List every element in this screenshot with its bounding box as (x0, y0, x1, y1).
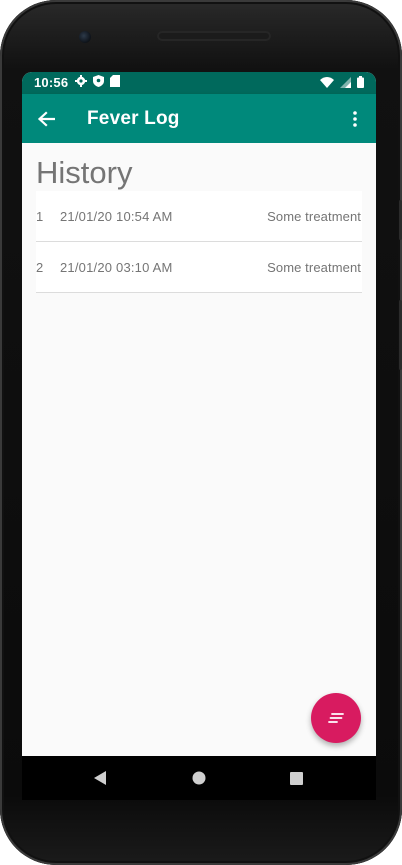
back-triangle-icon (94, 771, 106, 785)
home-circle-icon (192, 771, 206, 785)
nav-recents-button[interactable] (286, 768, 306, 788)
status-icons-right (320, 76, 364, 91)
history-row[interactable]: 1 21/01/20 10:54 AM Some treatment (36, 191, 362, 242)
row-index: 1 (36, 209, 44, 224)
app-title: Fever Log (87, 108, 180, 129)
row-timestamp: 21/01/20 03:10 AM (60, 260, 173, 275)
content-area: History 1 21/01/20 10:54 AM Some treatme… (22, 143, 376, 756)
back-button[interactable] (32, 105, 60, 133)
sd-card-icon (110, 75, 120, 90)
history-list: 1 21/01/20 10:54 AM Some treatment 2 21/… (36, 191, 362, 293)
recents-square-icon (289, 771, 303, 785)
gear-icon (75, 75, 87, 90)
overflow-menu-button[interactable] (342, 104, 368, 134)
status-icons-left (75, 75, 120, 90)
row-timestamp: 21/01/20 10:54 AM (60, 209, 173, 224)
notes-icon (328, 713, 344, 723)
add-entry-fab[interactable] (311, 693, 361, 743)
arrow-left-icon (37, 111, 55, 127)
wifi-icon (320, 76, 334, 91)
battery-icon (357, 76, 364, 91)
signal-icon (340, 76, 351, 91)
screen: 10:56 Fever Log History 1 21/01/20 10:54… (22, 72, 376, 756)
history-row[interactable]: 2 21/01/20 03:10 AM Some treatment (36, 242, 362, 293)
nav-back-button[interactable] (90, 768, 110, 788)
status-time: 10:56 (34, 75, 69, 90)
row-treatment: Some treatment (267, 260, 361, 275)
front-camera (79, 31, 91, 43)
nav-home-button[interactable] (189, 768, 209, 788)
row-index: 2 (36, 260, 44, 275)
page-title: History (36, 155, 133, 190)
status-bar: 10:56 (22, 72, 376, 94)
earpiece-speaker (157, 31, 271, 41)
shield-icon (93, 75, 104, 90)
row-treatment: Some treatment (267, 209, 361, 224)
app-bar: Fever Log (22, 94, 376, 143)
phone-frame: 10:56 Fever Log History 1 21/01/20 10:54… (0, 0, 402, 865)
navigation-bar (22, 756, 376, 800)
more-vert-icon (353, 111, 357, 127)
